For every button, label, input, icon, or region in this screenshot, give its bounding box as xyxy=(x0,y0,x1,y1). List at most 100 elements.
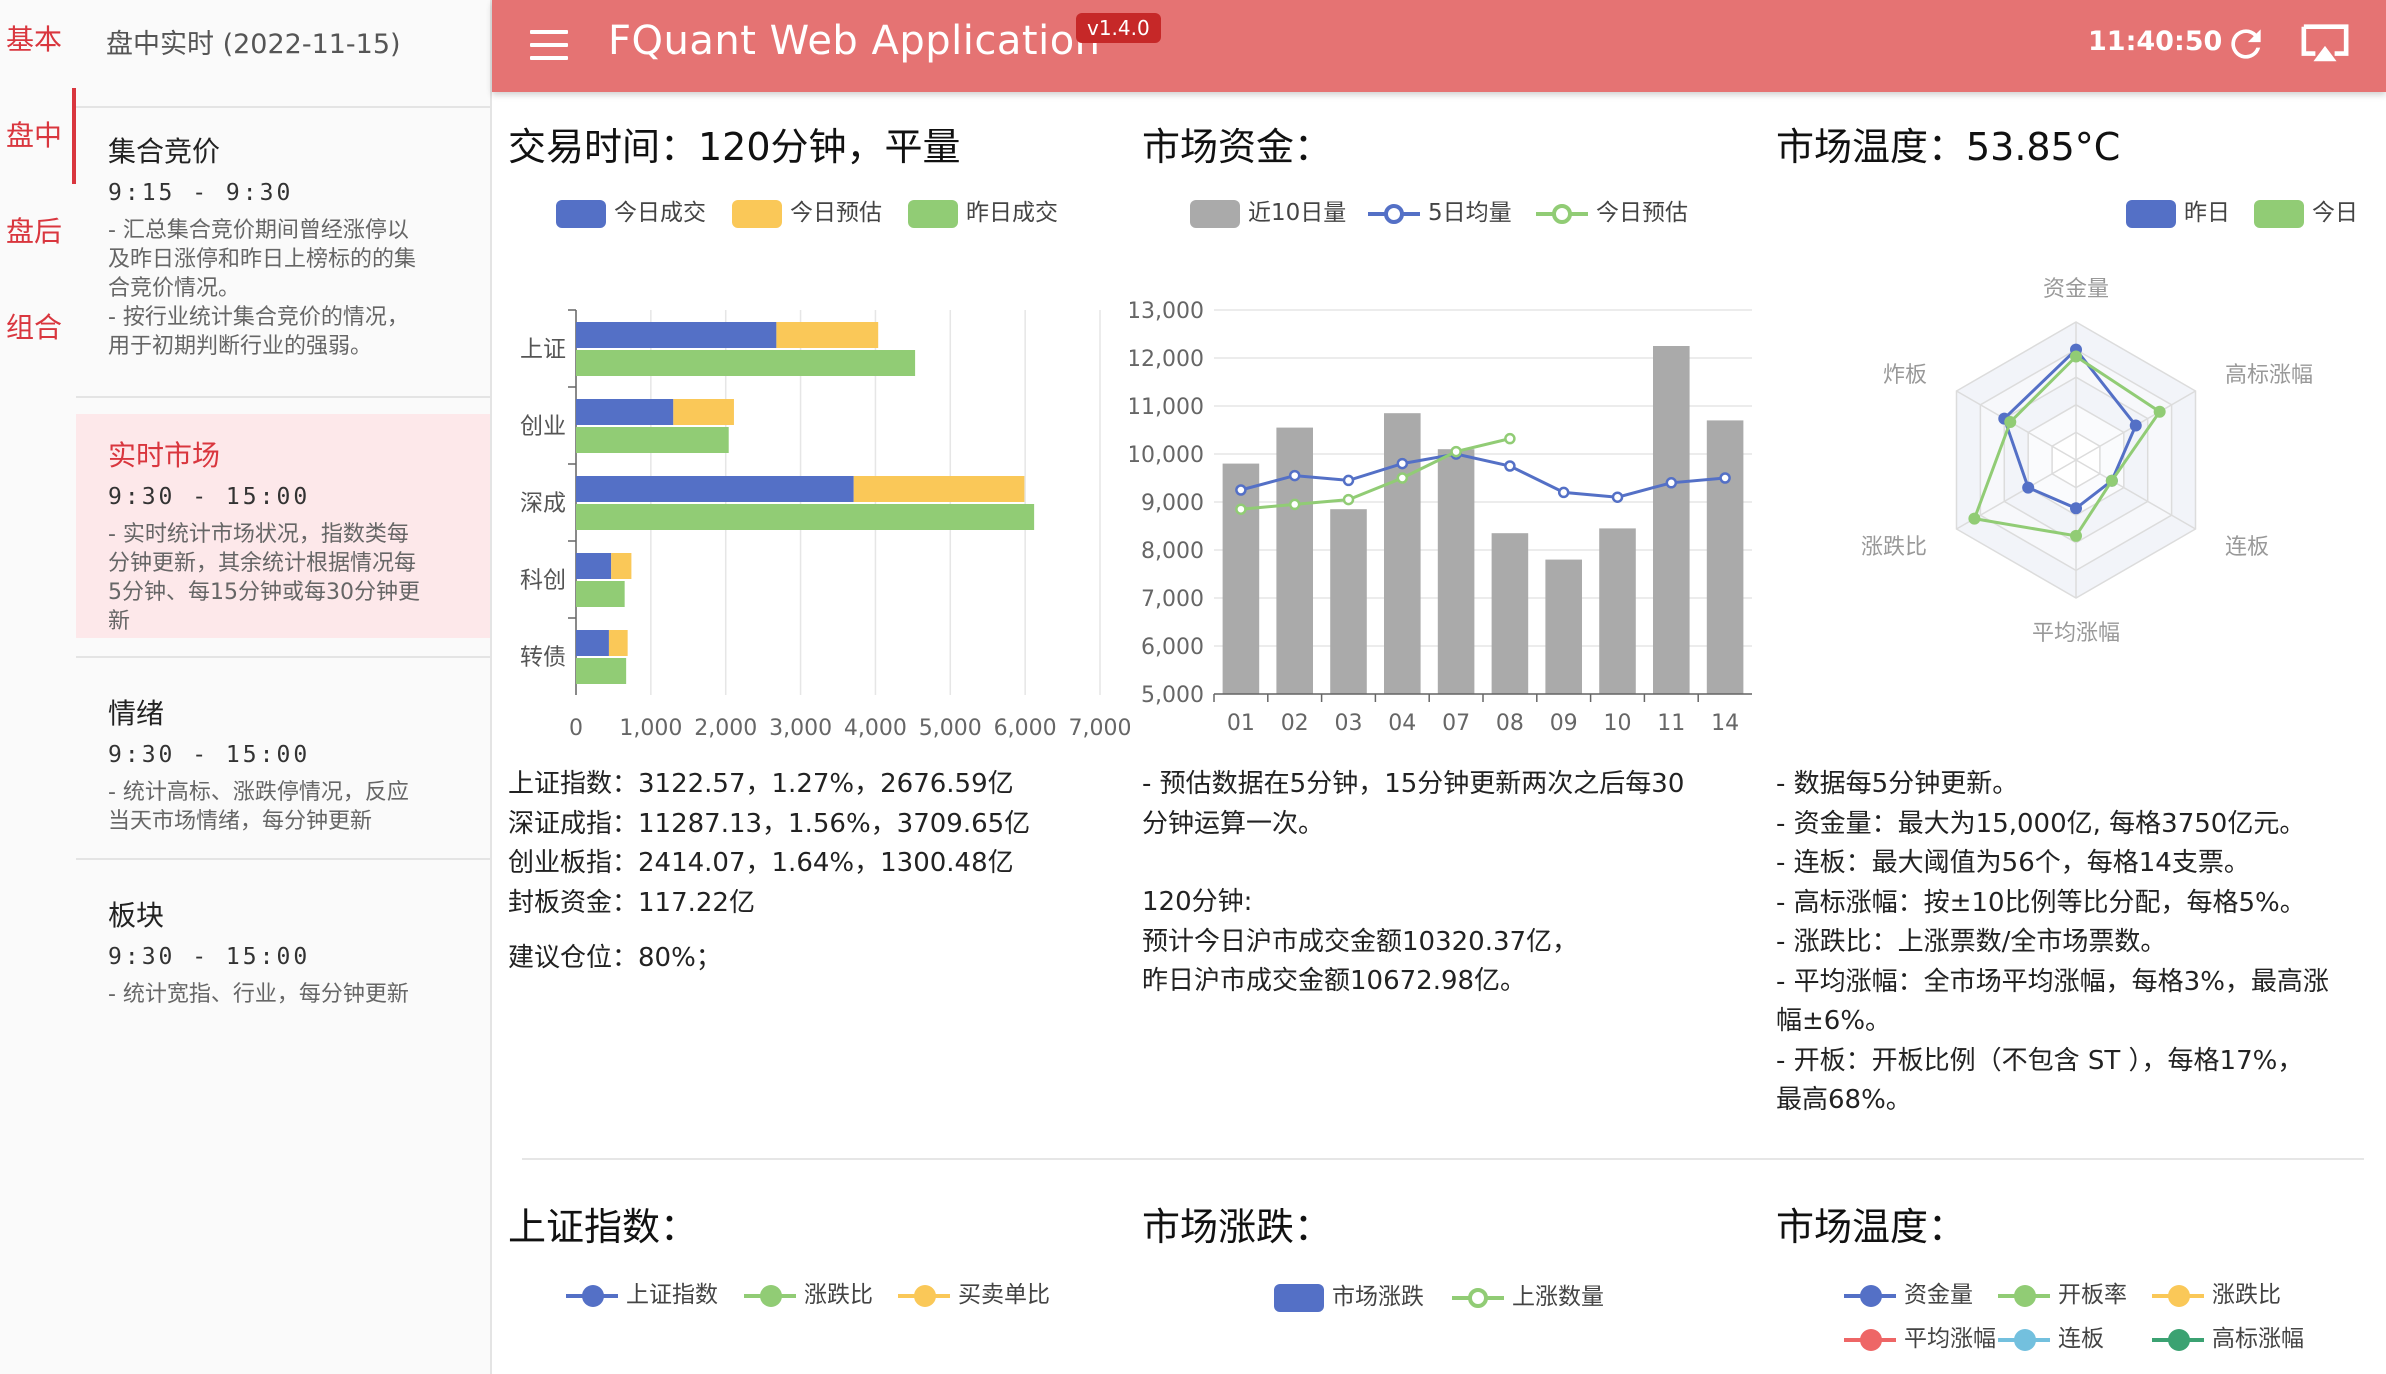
bar-yesterday-volume xyxy=(576,427,729,453)
point-5day-avg xyxy=(1557,486,1570,499)
radar-indicator-label: 炸板 xyxy=(1883,363,1927,388)
legend-today[interactable]: 今日 xyxy=(2254,198,2358,228)
nav-item-title: 集合竞价 xyxy=(108,135,221,168)
nav-item-realtime-market[interactable]: 实时市场 9:30 - 15:00 - 实时统计市场状况，指数类每 分钟更新，其余… xyxy=(76,414,490,638)
radar-series-today-point xyxy=(2070,529,2082,542)
bar-10day-volume xyxy=(1437,449,1475,694)
legend-today-estimate[interactable]: 今日预估 xyxy=(1536,198,1688,228)
legend-today-volume[interactable]: 今日成交 xyxy=(556,198,706,228)
nav-drawer: 盘中实时 (2022-11-15) 集合竞价 9:15 - 9:30 - 汇总集… xyxy=(76,0,492,1374)
rail-tab-after-hours[interactable]: 盘后 xyxy=(0,184,76,280)
trading-volume-chart: 0 1,000 2,000 3,000 4,000 5,000 6,000 7,000 上证创业… xyxy=(520,309,1130,741)
clock: 11:40:50 xyxy=(2088,26,2223,57)
y-tick-label: 13,000 xyxy=(1130,299,1204,324)
sh-index-legend: 上证指数 涨跌比 买卖单比 xyxy=(566,1280,1086,1320)
bar-today-estimate xyxy=(611,553,632,579)
legend-yesterday-volume[interactable]: 昨日成交 xyxy=(908,198,1058,228)
point-today-estimate xyxy=(1504,432,1516,445)
nav-item-title: 实时市场 xyxy=(108,439,221,472)
radar-series-yesterday-point xyxy=(2070,502,2082,515)
temperature-legend: 昨日 今日 xyxy=(2126,198,2366,238)
legend-fund-volume[interactable]: 资金量 xyxy=(1844,1280,1973,1310)
legend-today-estimate[interactable]: 今日预估 xyxy=(732,198,882,228)
trading-legend: 今日成交 今日预估 昨日成交 xyxy=(556,198,1076,238)
y-tick-label: 5,000 xyxy=(1141,683,1204,708)
radar-series-today-point xyxy=(2070,350,2082,363)
rail-tab-portfolio[interactable]: 组合 xyxy=(0,280,76,376)
nav-item-sectors[interactable]: 板块 9:30 - 15:00 - 统计宽指、行业，每分钟更新 xyxy=(76,874,490,1014)
bar-10day-volume xyxy=(1330,509,1367,694)
x-tick-label: 01 xyxy=(1227,711,1255,736)
temperature2-panel-title: 市场温度： xyxy=(1776,1205,1967,1249)
radar-series-yesterday-point xyxy=(2129,419,2142,432)
legend-consecutive-limit[interactable]: 连板 xyxy=(1998,1324,2104,1354)
x-tick-label: 6,000 xyxy=(994,716,1057,741)
line-5day-avg xyxy=(1240,452,1726,499)
bar-10day-volume xyxy=(1222,463,1260,694)
legend-yesterday[interactable]: 昨日 xyxy=(2126,198,2230,228)
y-tick-label: 创业 xyxy=(520,414,566,440)
nav-item-call-auction[interactable]: 集合竞价 9:15 - 9:30 - 汇总集合竞价期间曾经涨停以 及昨日涨停和昨日… xyxy=(76,110,490,392)
rail-tab-basic[interactable]: 基本 xyxy=(0,0,76,88)
nav-item-title: 情绪 xyxy=(108,697,165,730)
x-tick-label: 7,000 xyxy=(1069,716,1130,741)
x-tick-label: 09 xyxy=(1550,711,1578,736)
radar-indicator-label: 资金量 xyxy=(2043,277,2109,302)
radar-series-today-point xyxy=(2153,405,2166,418)
trading-notes: 上证指数：3122.57，1.27%，2676.59亿 深证成指：11287.1… xyxy=(508,765,1030,979)
cast-screen-icon[interactable] xyxy=(2300,22,2350,66)
rail-tab-intraday[interactable]: 盘中 xyxy=(0,88,76,184)
point-5day-avg xyxy=(1504,460,1516,472)
radar-series-today-point xyxy=(2105,474,2118,487)
nav-divider xyxy=(76,396,490,398)
radar-indicator-label: 连板 xyxy=(2225,535,2269,560)
nav-item-desc: - 统计宽指、行业，每分钟更新 xyxy=(108,982,409,1007)
nav-item-sentiment[interactable]: 情绪 9:30 - 15:00 - 统计高标、涨跌停情况，反应 当天市场情绪，每分… xyxy=(76,672,490,850)
y-tick-label: 11,000 xyxy=(1130,395,1204,420)
refresh-icon[interactable] xyxy=(2224,22,2268,66)
legend-market-updown[interactable]: 市场涨跌 xyxy=(1274,1282,1424,1312)
bar-today-estimate xyxy=(673,399,734,425)
bar-yesterday-volume xyxy=(576,504,1035,530)
legend-open-rate[interactable]: 开板率 xyxy=(1998,1280,2127,1310)
nav-divider xyxy=(76,858,490,860)
point-today-estimate xyxy=(1396,472,1409,484)
bar-10day-volume xyxy=(1545,559,1582,694)
y-tick-label: 9,000 xyxy=(1141,491,1204,516)
point-5day-avg xyxy=(1719,472,1731,484)
x-tick-label: 4,000 xyxy=(844,716,907,741)
menu-icon[interactable] xyxy=(530,30,568,60)
legend-sh-index[interactable]: 上证指数 xyxy=(566,1280,718,1310)
legend-10day-volume[interactable]: 近10日量 xyxy=(1190,198,1346,228)
market-funds-chart: 5,000 6,000 7,000 8,000 9,000 10,000 11,000 12,… xyxy=(1130,299,1752,736)
legend-5day-avg[interactable]: 5日均量 xyxy=(1368,198,1512,228)
legend-high-mark-gain[interactable]: 高标涨幅 xyxy=(2152,1324,2304,1354)
nav-item-desc: - 实时统计市场状况，指数类每 分钟更新，其余统计根据情况每 5分钟、每15分钟或每… xyxy=(108,522,420,634)
note-position-advice: 建议仓位：80%； xyxy=(508,943,722,973)
updown-panel-title: 市场涨跌： xyxy=(1142,1205,1333,1249)
y-tick-label: 7,000 xyxy=(1141,587,1204,612)
legend-updown-ratio-2[interactable]: 涨跌比 xyxy=(2152,1280,2281,1310)
point-5day-avg xyxy=(1611,491,1624,503)
point-5day-avg xyxy=(1342,474,1355,487)
legend-buy-sell-ratio[interactable]: 买卖单比 xyxy=(898,1280,1050,1310)
y-tick-label: 6,000 xyxy=(1141,635,1204,660)
bar-10day-volume xyxy=(1276,427,1313,694)
x-tick-label: 08 xyxy=(1496,711,1524,736)
drawer-header: 盘中实时 (2022-11-15) xyxy=(76,0,490,108)
bar-10day-volume xyxy=(1384,413,1421,694)
x-tick-label: 02 xyxy=(1281,711,1309,736)
legend-avg-gain[interactable]: 平均涨幅 xyxy=(1844,1324,1996,1354)
bar-yesterday-volume xyxy=(576,581,625,607)
funds-legend: 近10日量 5日均量 今日预估 xyxy=(1190,198,1710,238)
bar-today-volume xyxy=(576,630,609,656)
point-5day-avg xyxy=(1288,469,1301,482)
funds-notes: - 预估数据在5分钟，15分钟更新两次之后每30 分钟运算一次。 120分钟: … xyxy=(1142,769,1685,996)
bar-today-estimate xyxy=(853,476,1025,502)
bar-today-volume xyxy=(576,322,777,348)
legend-up-count[interactable]: 上涨数量 xyxy=(1452,1282,1604,1312)
legend-updown-ratio[interactable]: 涨跌比 xyxy=(744,1280,873,1310)
x-tick-label: 5,000 xyxy=(919,716,982,741)
x-tick-label: 2,000 xyxy=(694,716,757,741)
y-tick-label: 12,000 xyxy=(1130,347,1204,372)
